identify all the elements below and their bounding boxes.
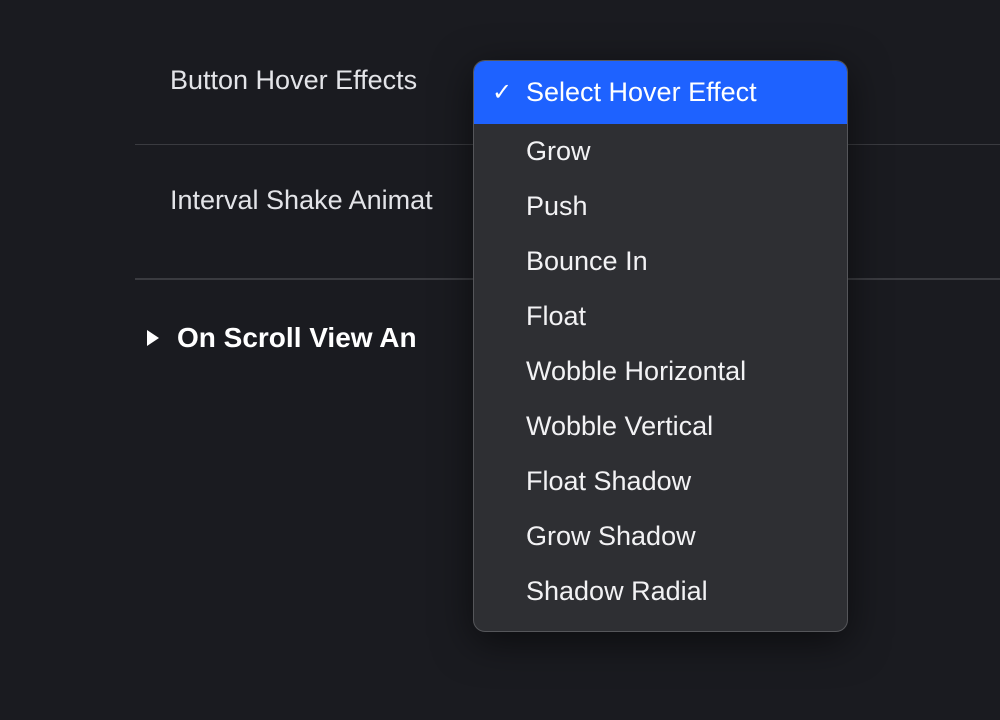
dropdown-item-label: Select Hover Effect [526,77,757,108]
dropdown-item-label: Shadow Radial [526,576,708,607]
dropdown-item-label: Float Shadow [526,466,691,497]
dropdown-item[interactable]: ✓Wobble Horizontal [474,344,847,399]
dropdown-item[interactable]: ✓Push [474,179,847,234]
dropdown-item-label: Wobble Vertical [526,411,713,442]
dropdown-item-label: Grow Shadow [526,521,696,552]
dropdown-item-label: Float [526,301,586,332]
dropdown-item[interactable]: ✓Float [474,289,847,344]
dropdown-item[interactable]: ✓Grow Shadow [474,509,847,564]
dropdown-item-label: Wobble Horizontal [526,356,746,387]
dropdown-item-label: Push [526,191,588,222]
setting-label: Interval Shake Animat [170,185,433,215]
check-icon: ✓ [492,78,526,107]
disclosure-triangle-icon [147,330,159,346]
dropdown-item-label: Grow [526,136,591,167]
dropdown-item-label: Bounce In [526,246,648,277]
setting-label: Button Hover Effects [170,65,417,95]
dropdown-item[interactable]: ✓Select Hover Effect [474,61,847,124]
dropdown-item[interactable]: ✓Bounce In [474,234,847,289]
dropdown-item[interactable]: ✓Grow [474,124,847,179]
dropdown-item[interactable]: ✓Shadow Radial [474,564,847,619]
section-label: On Scroll View An [177,322,417,354]
dropdown-item[interactable]: ✓Float Shadow [474,454,847,509]
dropdown-item[interactable]: ✓Wobble Vertical [474,399,847,454]
hover-effect-dropdown[interactable]: ✓Select Hover Effect✓Grow✓Push✓Bounce In… [473,60,848,632]
